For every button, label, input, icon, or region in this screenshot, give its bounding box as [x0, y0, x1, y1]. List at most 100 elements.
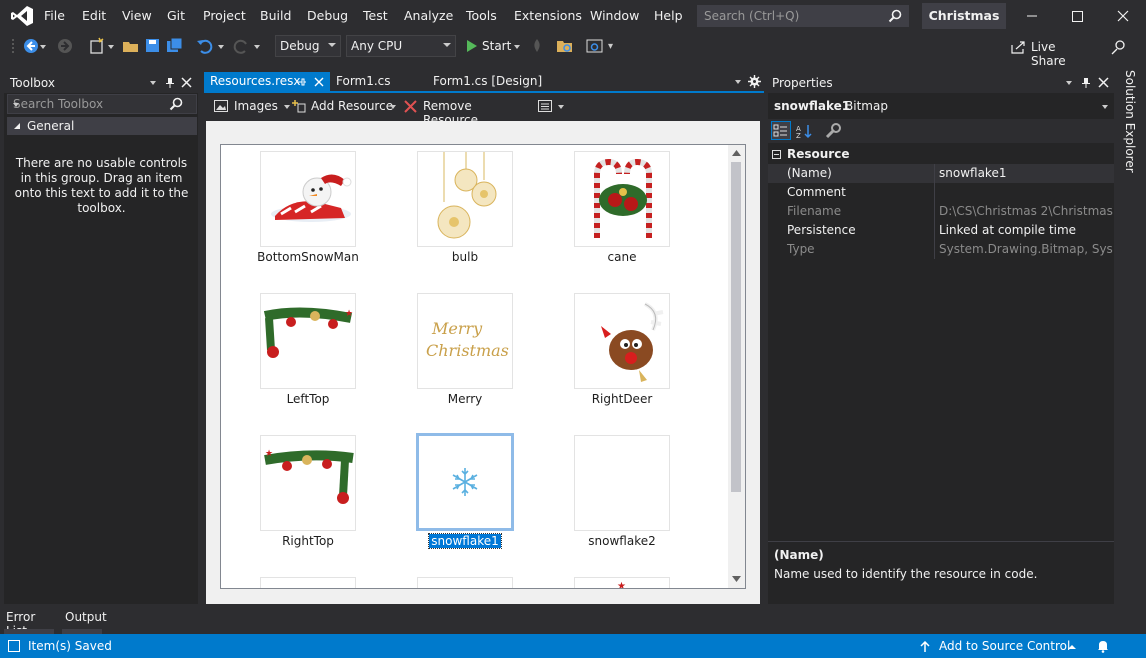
- menu-git[interactable]: Git: [167, 8, 185, 23]
- category-label: Resource: [787, 147, 850, 161]
- status-bar: Item(s) Saved Add to Source Control: [0, 634, 1146, 658]
- menu-debug[interactable]: Debug: [307, 8, 348, 23]
- description-title: (Name): [774, 548, 824, 562]
- browse-folder-icon[interactable]: [556, 37, 574, 55]
- resource-label-selected[interactable]: snowflake1: [400, 533, 530, 549]
- forward-icon[interactable]: [56, 37, 74, 55]
- new-project-dropdown-icon[interactable]: [108, 45, 114, 49]
- minimize-button[interactable]: [1017, 5, 1047, 27]
- menu-window[interactable]: Window: [590, 8, 639, 23]
- visual-studio-logo[interactable]: [10, 5, 34, 27]
- source-control-label: Add to Source Control: [939, 639, 1071, 653]
- resource-thumb-cane[interactable]: [574, 151, 670, 247]
- property-value[interactable]: Linked at compile time: [939, 223, 1113, 237]
- tab-output[interactable]: Output: [62, 609, 107, 634]
- resource-thumb-partial[interactable]: [260, 577, 356, 588]
- menu-tools[interactable]: Tools: [466, 8, 497, 23]
- object-selector[interactable]: snowflake1 Bitmap: [772, 96, 1112, 116]
- resource-thumb-partial[interactable]: ★: [574, 577, 670, 588]
- property-row-persistence[interactable]: Persistence Linked at compile time: [768, 221, 1114, 240]
- back-dropdown-icon[interactable]: [40, 45, 46, 49]
- scroll-up-icon[interactable]: [732, 150, 741, 156]
- property-value[interactable]: snowflake1: [939, 166, 1113, 180]
- menu-edit[interactable]: Edit: [82, 8, 106, 23]
- search-input[interactable]: Search (Ctrl+Q): [697, 5, 909, 27]
- redo-dropdown-icon[interactable]: [254, 45, 260, 49]
- close-icon[interactable]: [181, 77, 192, 88]
- resource-thumb-bottomsnowman[interactable]: [260, 151, 356, 247]
- resource-thumb-rightdeer[interactable]: [574, 293, 670, 389]
- property-row-name[interactable]: (Name) snowflake1: [768, 164, 1114, 183]
- menu-test[interactable]: Test: [363, 8, 388, 23]
- property-row-filename[interactable]: Filename D:\CS\Christmas 2\Christmas\: [768, 202, 1114, 221]
- tab-form1-design[interactable]: Form1.cs [Design]: [427, 72, 567, 92]
- menu-view[interactable]: View: [122, 8, 152, 23]
- save-all-icon[interactable]: [166, 37, 184, 55]
- close-icon[interactable]: [1098, 77, 1109, 88]
- platform-select[interactable]: Any CPU: [346, 35, 456, 57]
- collapse-minus-icon: [772, 150, 781, 159]
- close-icon[interactable]: [314, 77, 324, 87]
- gear-icon[interactable]: [748, 75, 761, 88]
- menu-file[interactable]: File: [44, 8, 65, 23]
- tab-label: Form1.cs [Design]: [433, 74, 543, 88]
- menu-project[interactable]: Project: [203, 8, 246, 23]
- minimize-icon: [1027, 15, 1037, 17]
- solution-name-badge[interactable]: Christmas: [922, 3, 1006, 29]
- back-icon[interactable]: [22, 37, 40, 55]
- property-category-resource[interactable]: Resource: [768, 145, 1114, 164]
- property-row-type[interactable]: Type System.Drawing.Bitmap, System: [768, 240, 1114, 259]
- tab-resources-resx[interactable]: Resources.resx: [204, 72, 330, 92]
- open-folder-icon[interactable]: [122, 37, 140, 55]
- menu-help[interactable]: Help: [654, 8, 683, 23]
- resource-thumb-merry[interactable]: Merry Christmas: [417, 293, 513, 389]
- toolbar-overflow-icon[interactable]: ▾: [608, 41, 613, 52]
- alphabetical-icon[interactable]: AZ: [796, 123, 814, 139]
- configuration-dropdown-icon: [328, 43, 336, 47]
- live-share-button[interactable]: Live Share: [1010, 38, 1090, 68]
- save-icon[interactable]: [144, 37, 162, 55]
- add-to-source-control-button[interactable]: Add to Source Control: [918, 638, 1078, 656]
- tab-form1-cs[interactable]: Form1.cs: [330, 72, 426, 92]
- scrollbar-thumb[interactable]: [731, 162, 741, 492]
- pin-icon[interactable]: [1081, 77, 1091, 89]
- new-project-icon[interactable]: [88, 37, 106, 55]
- property-row-comment[interactable]: Comment: [768, 183, 1114, 202]
- solution-explorer-tab[interactable]: Solution Explorer: [1118, 70, 1142, 180]
- images-label: Images: [234, 99, 278, 113]
- pin-icon[interactable]: [165, 77, 175, 89]
- search-dropdown-icon[interactable]: [13, 103, 19, 107]
- resource-thumb-partial[interactable]: [417, 577, 513, 588]
- browser-window-icon[interactable]: [586, 37, 604, 55]
- notifications-bell-icon[interactable]: [1096, 639, 1110, 653]
- resource-thumb-lefttop[interactable]: ★: [260, 293, 356, 389]
- hot-reload-icon[interactable]: [528, 37, 546, 55]
- chevron-up-icon: [1068, 645, 1076, 649]
- resource-thumb-righttop[interactable]: ★: [260, 435, 356, 531]
- property-pages-icon[interactable]: [824, 123, 842, 139]
- scroll-down-icon[interactable]: [732, 576, 741, 582]
- properties-options-icon[interactable]: [1066, 81, 1072, 85]
- close-window-button[interactable]: [1108, 5, 1138, 27]
- menu-extensions[interactable]: Extensions: [514, 8, 582, 23]
- resource-thumb-bulb[interactable]: [417, 151, 513, 247]
- resource-thumb-snowflake2[interactable]: [574, 435, 670, 531]
- configuration-value: Debug: [280, 39, 320, 53]
- configuration-select[interactable]: Debug: [275, 35, 341, 57]
- toolbox-options-icon[interactable]: [150, 81, 156, 85]
- undo-icon[interactable]: [196, 37, 214, 55]
- undo-dropdown-icon[interactable]: [218, 45, 224, 49]
- redo-icon[interactable]: [232, 37, 250, 55]
- maximize-button[interactable]: [1062, 5, 1092, 27]
- tab-error-list[interactable]: Error List: [4, 609, 58, 638]
- resource-thumb-snowflake1[interactable]: [416, 433, 514, 531]
- toolbox-search-input[interactable]: Search Toolbox: [7, 94, 197, 114]
- categorized-button[interactable]: [771, 121, 791, 140]
- tab-list-dropdown-icon[interactable]: [735, 80, 741, 84]
- pin-icon[interactable]: [296, 77, 306, 87]
- start-button[interactable]: Start: [464, 37, 522, 57]
- menu-analyze[interactable]: Analyze: [404, 8, 453, 23]
- feedback-icon[interactable]: [1110, 38, 1128, 56]
- toolbox-group-general[interactable]: General: [7, 117, 197, 135]
- menu-build[interactable]: Build: [260, 8, 291, 23]
